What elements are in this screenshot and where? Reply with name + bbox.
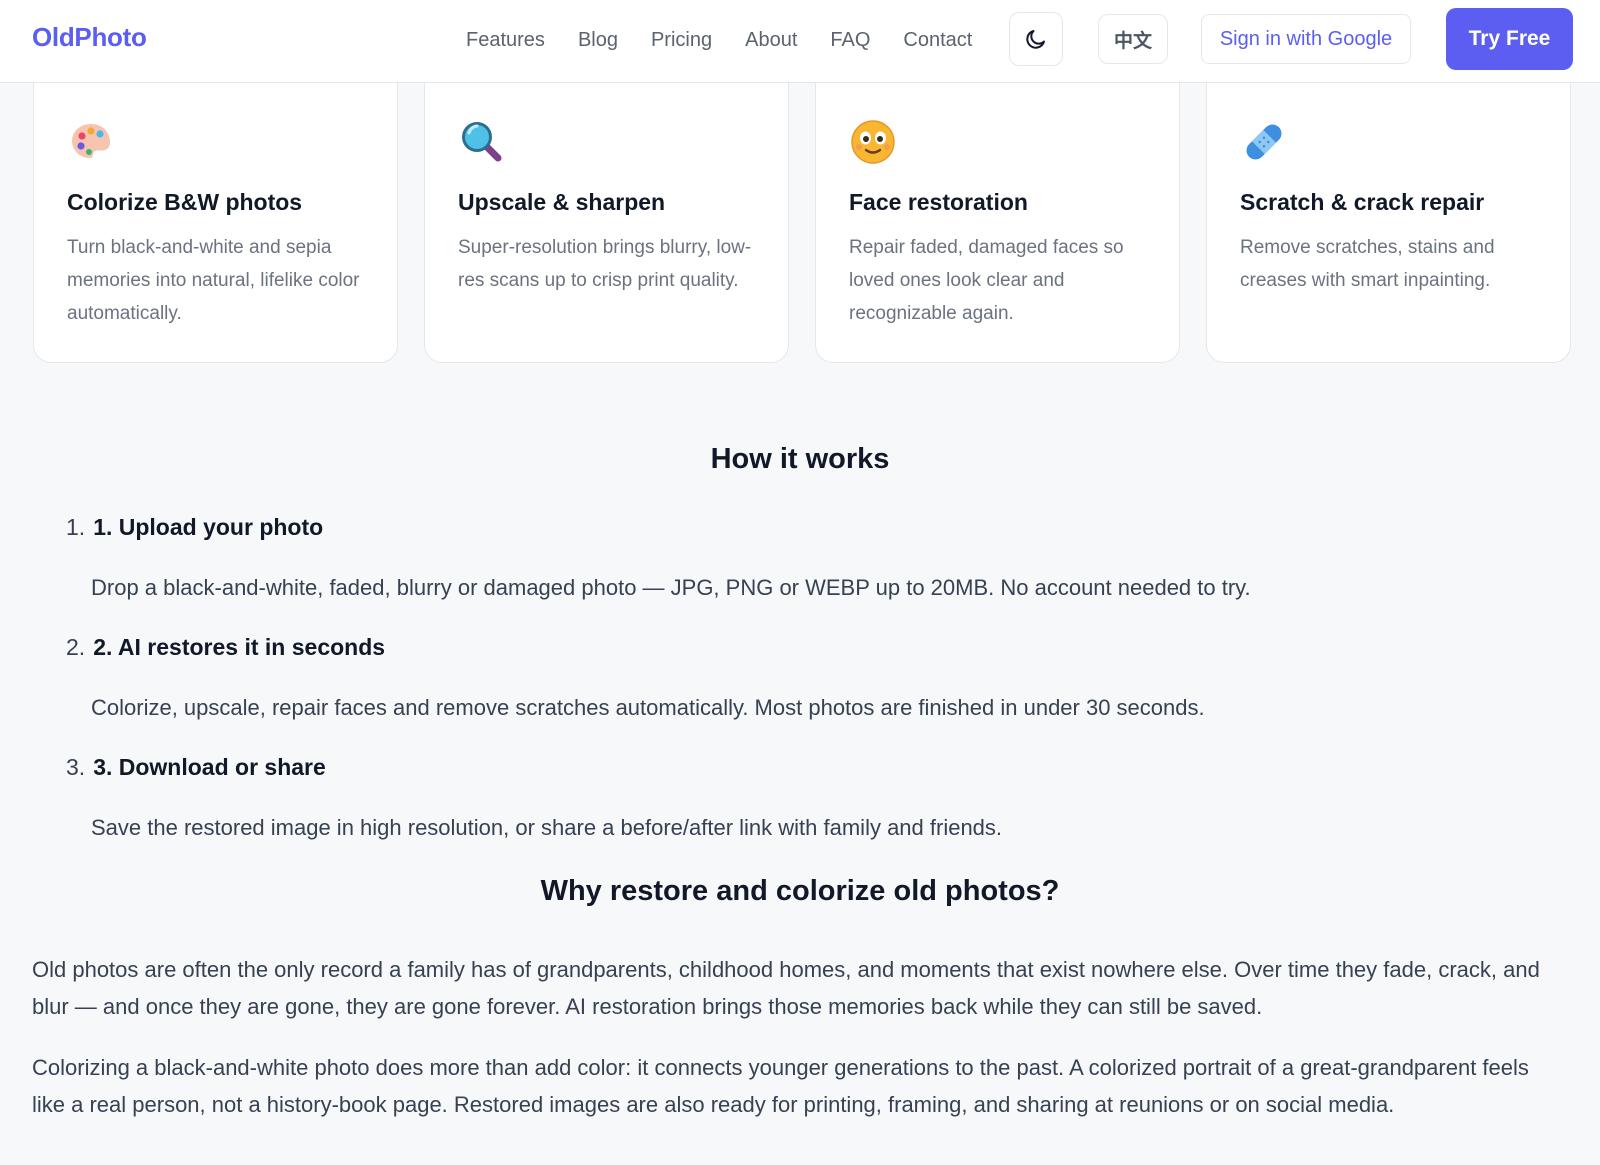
step-item: 1. 1. Upload your photo Drop a black-and-… xyxy=(66,510,1546,630)
feature-title: Colorize B&W photos xyxy=(67,189,303,215)
smiley-face-icon xyxy=(851,120,895,164)
feature-title: Face restoration xyxy=(849,189,1028,215)
feature-desc: Remove scratches, stains and creases wit… xyxy=(1240,237,1495,291)
feature-title: Upscale & sharpen xyxy=(458,189,666,215)
palette-icon xyxy=(72,124,110,158)
try-free-button[interactable]: Try Free xyxy=(1446,8,1573,70)
theme-toggle-button[interactable] xyxy=(1009,12,1063,66)
step-number: 2. xyxy=(66,634,86,660)
feature-title: Scratch & crack repair xyxy=(1240,189,1485,215)
step-item: 3. 3. Download or share Save the restored… xyxy=(66,750,1546,870)
steps-list: 1. 1. Upload your photo Drop a black-and-… xyxy=(66,510,1546,870)
sign-in-google-button[interactable]: Sign in with Google xyxy=(1201,14,1411,64)
step-desc: Colorize, upscale, repair faces and remo… xyxy=(91,695,1205,720)
step-number: 3. xyxy=(66,754,86,780)
logo[interactable]: OldPhoto xyxy=(32,22,147,53)
feature-desc: Turn black-and-white and sepia memories … xyxy=(67,237,360,324)
step-title: 2. AI restores it in seconds xyxy=(93,634,386,660)
feature-card-face: Face restoration Repair faded, damaged f… xyxy=(815,83,1180,363)
step-number: 1. xyxy=(66,514,86,540)
nav-link-pricing[interactable]: Pricing xyxy=(651,26,712,54)
feature-card-upscale: Upscale & sharpen Super-resolution bring… xyxy=(424,83,789,363)
step-desc: Save the restored image in high resoluti… xyxy=(91,815,1003,840)
step-desc: Drop a black-and-white, faded, blurry or… xyxy=(91,575,1251,600)
feature-card-scratch: Scratch & crack repair Remove scratches,… xyxy=(1206,83,1571,363)
feature-card-colorize: Colorize B&W photos Turn black-and-white… xyxy=(33,83,398,363)
how-it-works-heading: How it works xyxy=(710,443,890,475)
feature-desc: Super-resolution brings blurry, low-res … xyxy=(458,237,752,291)
step-item: 2. 2. AI restores it in seconds Colorize,… xyxy=(66,630,1546,750)
feature-desc: Repair faded, damaged faces so loved one… xyxy=(849,237,1124,324)
nav-link-contact[interactable]: Contact xyxy=(903,26,972,54)
nav-link-faq[interactable]: FAQ xyxy=(830,26,870,54)
language-button[interactable]: 中文 xyxy=(1098,14,1168,64)
step-title: 3. Download or share xyxy=(93,754,326,780)
step-title: 1. Upload your photo xyxy=(93,514,324,540)
bandage-icon xyxy=(1246,124,1282,160)
why-heading: Why restore and colorize old photos? xyxy=(540,875,1060,907)
why-section: Old photos are often the only record a f… xyxy=(32,951,1562,1147)
why-paragraph: Colorizing a black-and-white photo does … xyxy=(32,1055,1529,1117)
magnifier-icon xyxy=(462,122,502,162)
feature-cards: Colorize B&W photos Turn black-and-white… xyxy=(33,83,1573,363)
top-navbar: OldPhoto Features Blog Pricing About FAQ… xyxy=(0,0,1600,83)
why-paragraph: Old photos are often the only record a f… xyxy=(32,957,1540,1019)
main-nav: Features Blog Pricing About FAQ Contact xyxy=(466,26,1005,54)
nav-link-blog[interactable]: Blog xyxy=(578,26,618,54)
nav-link-features[interactable]: Features xyxy=(466,26,545,54)
nav-link-about[interactable]: About xyxy=(745,26,797,54)
moon-icon xyxy=(1026,30,1045,49)
